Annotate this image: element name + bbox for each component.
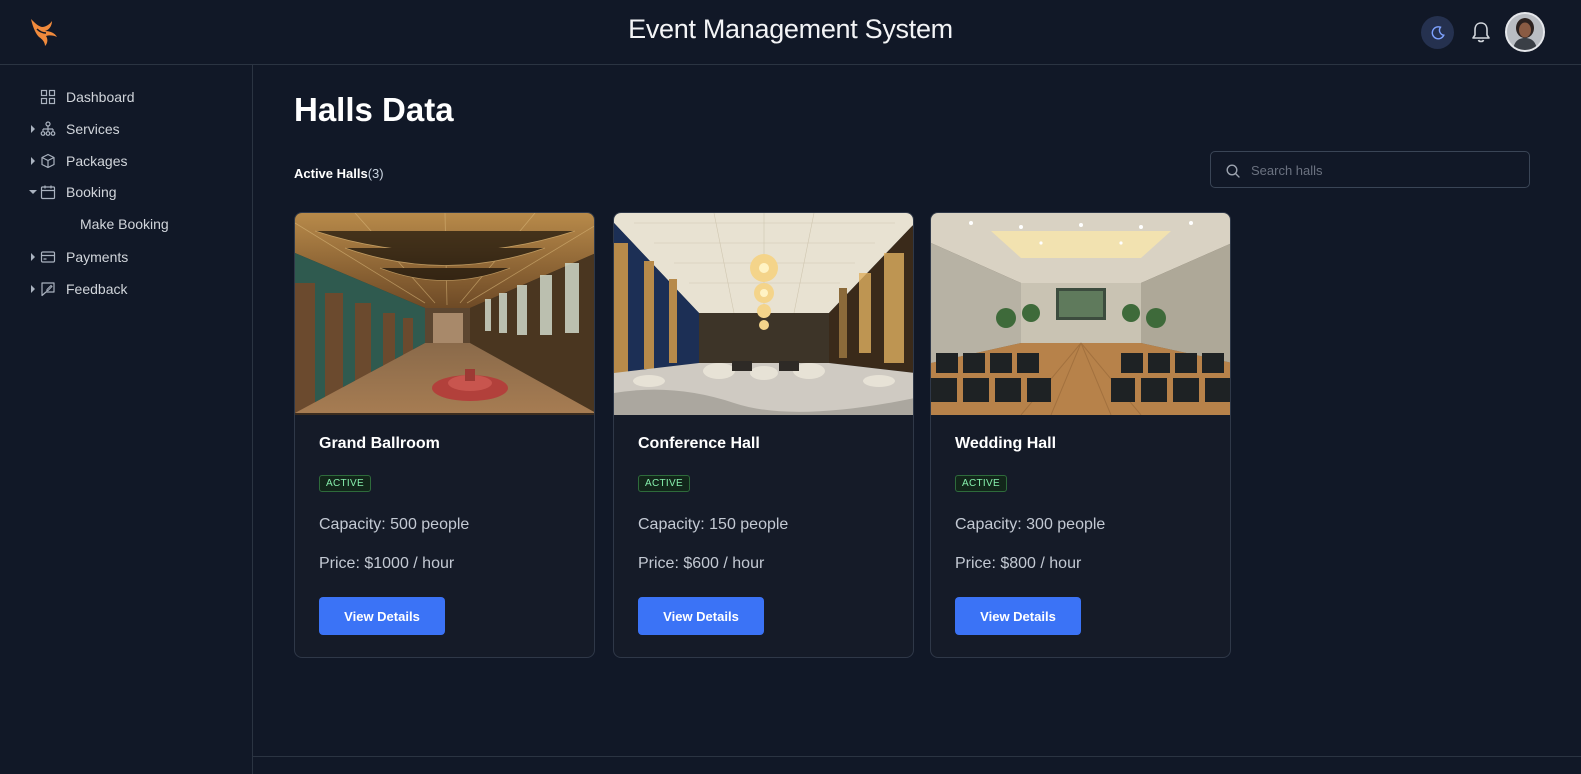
search-icon bbox=[1226, 164, 1240, 178]
sidebar-item-label: Dashboard bbox=[66, 89, 135, 105]
sidebar-item-booking[interactable]: Booking bbox=[0, 178, 252, 206]
calendar-icon bbox=[40, 185, 56, 200]
sitemap-icon bbox=[40, 121, 56, 136]
theme-toggle-button[interactable] bbox=[1421, 16, 1454, 49]
hall-capacity: Capacity: 500 people bbox=[319, 516, 470, 533]
hall-name: Grand Ballroom bbox=[319, 435, 440, 452]
sidebar-item-make-booking[interactable]: Make Booking bbox=[0, 210, 252, 238]
hall-image bbox=[931, 213, 1230, 415]
sidebar-item-packages[interactable]: Packages bbox=[0, 147, 252, 175]
sidebar-subitem-label: Make Booking bbox=[80, 216, 169, 232]
view-details-button[interactable]: View Details bbox=[955, 597, 1081, 635]
credit-card-icon bbox=[40, 251, 56, 263]
caret-right-icon[interactable] bbox=[28, 124, 38, 134]
user-avatar[interactable] bbox=[1505, 12, 1545, 52]
active-halls-label: Active Halls bbox=[294, 166, 368, 181]
moon-icon bbox=[1431, 25, 1445, 39]
app-title: Event Management System bbox=[628, 14, 953, 44]
hall-price: Price: $800 / hour bbox=[955, 555, 1082, 572]
hall-card: Wedding Hall ACTIVE Capacity: 300 people… bbox=[930, 212, 1231, 658]
caret-right-icon[interactable] bbox=[28, 284, 38, 294]
sidebar: Dashboard Services Packages Booking Make… bbox=[0, 65, 253, 774]
sidebar-item-services[interactable]: Services bbox=[0, 115, 252, 143]
view-details-button[interactable]: View Details bbox=[638, 597, 764, 635]
hall-name: Wedding Hall bbox=[955, 435, 1057, 452]
status-badge: ACTIVE bbox=[955, 475, 1007, 492]
page-title: Halls Data bbox=[294, 91, 454, 128]
sidebar-item-label: Packages bbox=[66, 153, 128, 169]
top-bar: Event Management System bbox=[0, 0, 1581, 65]
hall-capacity: Capacity: 300 people bbox=[955, 516, 1106, 533]
caret-right-icon[interactable] bbox=[28, 156, 38, 166]
hall-name: Conference Hall bbox=[638, 435, 760, 452]
sidebar-item-label: Feedback bbox=[66, 281, 128, 297]
caret-right-icon[interactable] bbox=[28, 252, 38, 262]
hall-price: Price: $600 / hour bbox=[638, 555, 765, 572]
feedback-icon bbox=[41, 282, 55, 297]
phoenix-logo-icon[interactable] bbox=[28, 16, 60, 48]
hall-price: Price: $1000 / hour bbox=[319, 555, 455, 572]
search-box bbox=[1210, 151, 1530, 188]
hall-card: Conference Hall ACTIVE Capacity: 150 peo… bbox=[613, 212, 914, 658]
hall-capacity: Capacity: 150 people bbox=[638, 516, 789, 533]
hall-image bbox=[295, 213, 594, 415]
grid-icon bbox=[40, 89, 56, 105]
sidebar-item-payments[interactable]: Payments bbox=[0, 243, 252, 271]
bell-icon[interactable] bbox=[1470, 20, 1492, 44]
sidebar-item-label: Booking bbox=[66, 184, 117, 200]
footer-divider bbox=[253, 756, 1581, 757]
caret-down-icon[interactable] bbox=[28, 187, 38, 197]
search-input[interactable] bbox=[1251, 158, 1521, 182]
status-badge: ACTIVE bbox=[638, 475, 690, 492]
sidebar-item-dashboard[interactable]: Dashboard bbox=[0, 83, 252, 111]
sidebar-item-feedback[interactable]: Feedback bbox=[0, 275, 252, 303]
view-details-button[interactable]: View Details bbox=[319, 597, 445, 635]
active-halls-number: (3) bbox=[367, 166, 384, 181]
sidebar-item-label: Services bbox=[66, 121, 120, 137]
sidebar-item-label: Payments bbox=[66, 249, 129, 265]
hall-image bbox=[614, 213, 913, 415]
status-badge: ACTIVE bbox=[319, 475, 371, 492]
hall-card: Grand Ballroom ACTIVE Capacity: 500 peop… bbox=[294, 212, 595, 658]
active-halls-count: Active Halls(3) bbox=[294, 166, 384, 181]
box-icon bbox=[41, 153, 55, 169]
